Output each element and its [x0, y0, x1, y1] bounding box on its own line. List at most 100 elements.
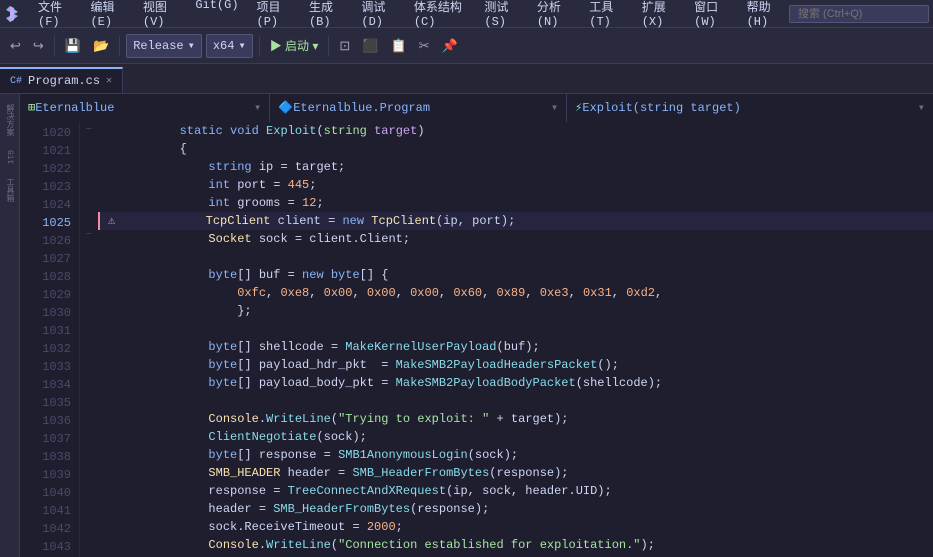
namespace-icon: ⊞: [28, 100, 35, 115]
fold-indicator: [80, 505, 98, 518]
sidebar-item-solution[interactable]: 解决方案: [2, 98, 17, 142]
undo-button[interactable]: ↩: [6, 36, 25, 56]
fold-indicator: [80, 203, 98, 216]
build-config-dropdown[interactable]: Release ▾: [126, 34, 202, 58]
class-chevron: ▾: [551, 100, 558, 115]
sidebar-item-toolbox[interactable]: 工具箱: [2, 172, 17, 208]
code-line: static void Exploit(string target): [98, 122, 933, 140]
line-number: 1032: [20, 340, 79, 358]
menu-analyze[interactable]: 分析(N): [529, 0, 579, 31]
menu-debug[interactable]: 调试(D): [353, 0, 403, 31]
code-line: Socket sock = client.Client;: [98, 230, 933, 248]
open-button[interactable]: 📂: [89, 36, 113, 56]
menu-edit[interactable]: 编辑(E): [82, 0, 132, 31]
code-line: 0xfc, 0xe8, 0x00, 0x00, 0x00, 0x60, 0x89…: [98, 284, 933, 302]
fold-indicator: [80, 531, 98, 544]
code-lines[interactable]: static void Exploit(string target) { str…: [98, 122, 933, 557]
code-line: {: [98, 140, 933, 158]
code-line: int grooms = 12;: [98, 194, 933, 212]
line-number: 1030: [20, 304, 79, 322]
menu-test[interactable]: 测试(S): [476, 0, 526, 31]
menu-help[interactable]: 帮助(H): [739, 0, 789, 31]
code-line: response = TreeConnectAndXRequest(ip, so…: [98, 482, 933, 500]
code-line: ClientNegotiate(sock);: [98, 428, 933, 446]
class-dropdown[interactable]: 🔷 Eternalblue.Program ▾: [270, 94, 567, 122]
fold-indicator: [80, 400, 98, 413]
fold-indicator: [80, 347, 98, 360]
toolbar-divider-1: [54, 36, 55, 56]
search-input[interactable]: [789, 5, 929, 23]
line-number: 1041: [20, 502, 79, 520]
method-dropdown[interactable]: ⚡ Exploit(string target) ▾: [567, 94, 933, 122]
menu-build[interactable]: 生成(B): [301, 0, 351, 31]
line-number: 1037: [20, 430, 79, 448]
line-number: 1027: [20, 250, 79, 268]
tab-label: Program.cs: [28, 74, 100, 88]
fold-indicator: [80, 255, 98, 268]
line-number: 1033: [20, 358, 79, 376]
fold-indicator: [80, 177, 98, 190]
fold-indicator: [80, 465, 98, 478]
menu-view[interactable]: 视图(V): [135, 0, 185, 31]
line-number: 1020: [20, 124, 79, 142]
build-config-label: Release: [133, 39, 183, 53]
code-panel: 1020102110221023102410251026102710281029…: [20, 122, 933, 557]
platform-label: x64: [213, 39, 235, 53]
redo-button[interactable]: ↪: [29, 36, 48, 56]
line-number: 1036: [20, 412, 79, 430]
fold-indicator: [80, 492, 98, 505]
line-number: 1025: [20, 214, 79, 232]
breakpoints-button[interactable]: ⬛: [358, 36, 382, 56]
code-line: header = SMB_HeaderFromBytes(response);: [98, 500, 933, 518]
platform-dropdown[interactable]: x64 ▾: [206, 34, 253, 58]
chevron-down-icon-2: ▾: [238, 38, 245, 53]
method-icon: ⚡: [575, 100, 582, 115]
line-number: 1034: [20, 376, 79, 394]
line-number: 1040: [20, 484, 79, 502]
fold-indicator[interactable]: −: [80, 124, 98, 137]
toolbar: ↩ ↪ 💾 📂 Release ▾ x64 ▾ ▶ 启动 ▾ ⊡ ⬛ 📋 ✂ 📌: [0, 28, 933, 64]
fold-indicator: [80, 268, 98, 281]
code-line: int port = 445;: [98, 176, 933, 194]
chevron-down-icon: ▾: [188, 38, 195, 53]
copy-button[interactable]: 📋: [386, 36, 410, 56]
menu-git[interactable]: Git(G): [187, 0, 246, 31]
menu-extensions[interactable]: 扩展(X): [634, 0, 684, 31]
line-numbers: 1020102110221023102410251026102710281029…: [20, 122, 80, 557]
menu-file[interactable]: 文件(F): [30, 0, 80, 31]
attach-button[interactable]: ⊡: [335, 36, 354, 56]
fold-indicator: [80, 413, 98, 426]
line-number: 1023: [20, 178, 79, 196]
fold-indicator: [80, 518, 98, 531]
tab-program-cs[interactable]: C# Program.cs ✕: [0, 67, 123, 93]
line-number: 1043: [20, 538, 79, 556]
tab-close-button[interactable]: ✕: [106, 75, 112, 87]
code-line: sock.ReceiveTimeout = 2000;: [98, 518, 933, 536]
code-line: };: [98, 302, 933, 320]
line-number: 1042: [20, 520, 79, 538]
run-button[interactable]: ▶ 启动 ▾: [266, 35, 323, 56]
menu-project[interactable]: 项目(P): [249, 0, 299, 31]
toolbar-divider-3: [259, 36, 260, 56]
save-button[interactable]: 💾: [61, 36, 85, 56]
fold-indicator: [80, 282, 98, 295]
fold-indicator: [80, 426, 98, 439]
code-editor: ⊞ Eternalblue ▾ 🔷 Eternalblue.Program ▾ …: [20, 94, 933, 557]
menu-arch[interactable]: 体系结构(C): [406, 0, 475, 31]
fold-indicator[interactable]: −: [80, 229, 98, 242]
code-line: string ip = target;: [98, 158, 933, 176]
toolbar-divider-4: [328, 36, 329, 56]
code-line: [98, 248, 933, 266]
line-number: 1026: [20, 232, 79, 250]
left-sidebar: 解决方案 Git 工具箱: [0, 94, 20, 557]
sidebar-item-git[interactable]: Git: [3, 144, 16, 170]
tab-icon: C#: [10, 76, 22, 87]
line-number: 1022: [20, 160, 79, 178]
namespace-dropdown[interactable]: ⊞ Eternalblue ▾: [20, 94, 270, 122]
menu-tools[interactable]: 工具(T): [581, 0, 631, 31]
pin-button[interactable]: 📌: [438, 36, 462, 56]
line-number: 1029: [20, 286, 79, 304]
fold-indicator: [80, 478, 98, 491]
cut-button[interactable]: ✂: [415, 36, 434, 56]
menu-window[interactable]: 窗口(W): [686, 0, 736, 31]
